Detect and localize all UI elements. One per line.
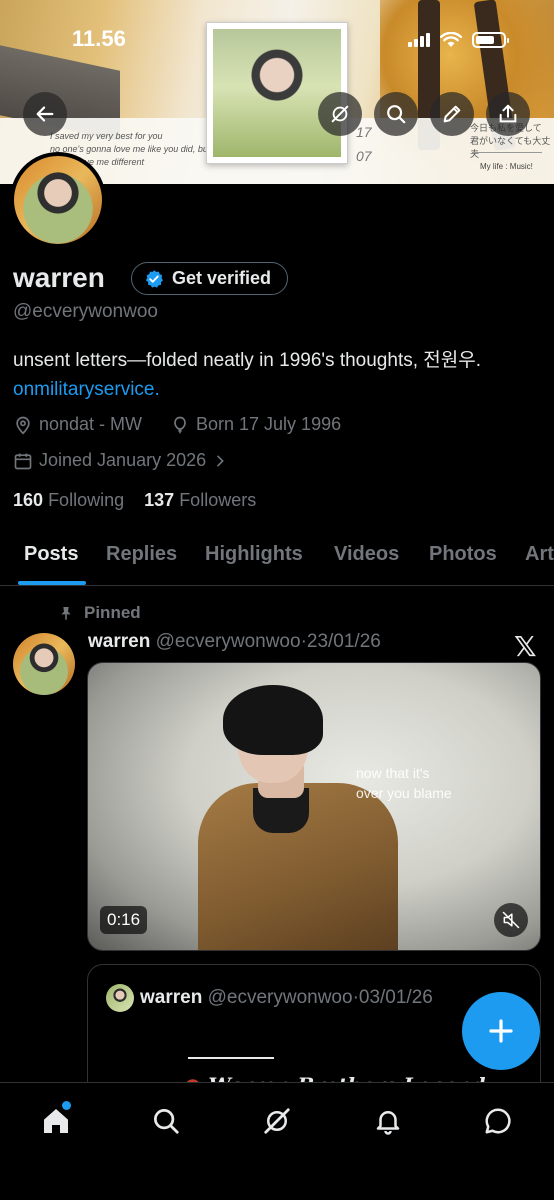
video-duration: 0:16 [100,906,148,934]
following-link[interactable]: 160 Following [13,490,124,510]
following-label: Following [48,490,125,510]
status-time: 11.56 [72,26,126,51]
home-notification-dot [62,1101,71,1110]
profile-birthday: Born 17 July 1996 [170,414,341,435]
nav-grok[interactable] [257,1101,297,1141]
pin-icon [61,607,71,620]
status-icons [408,32,509,48]
post-author-avatar[interactable] [13,633,75,695]
get-verified-label: Get verified [172,268,272,288]
verified-badge-icon [145,269,163,288]
bottom-navigation [0,1082,554,1200]
profile-tabs: Posts Replies Highlights Videos Photos A… [0,540,554,586]
bio-link[interactable]: onmilitaryservice. [13,379,160,400]
followers-link[interactable]: 137 Followers [144,490,256,510]
post-author-handle[interactable]: @ecverywonwoo [156,631,301,652]
battery-icon [472,32,509,48]
location-text: nondat - MW [39,414,143,434]
video-caption: now that it's over you blame [356,763,452,803]
nav-home[interactable] [36,1101,76,1141]
profile-handle: @ecverywonwoo [13,301,158,322]
quoted-author-handle: @ecverywonwoo [207,987,353,1008]
banner-letter-line: 君がいなくても大丈夫 [470,136,551,159]
profile-location: nondat - MW [13,414,142,435]
profile-bio: unsent letters—folded neatly in 1996's t… [13,346,533,404]
video-caption-line: over you blame [356,785,452,801]
get-verified-button[interactable]: Get verified [131,262,289,295]
follow-stats: 160 Following 137 Followers [13,490,256,511]
grok-button[interactable] [318,92,362,136]
speaker-muted-icon [502,911,520,929]
followers-count: 137 [144,490,175,510]
bell-icon [376,1111,400,1135]
post-date[interactable]: 23/01/26 [307,631,381,652]
chevron-right-icon [217,455,224,466]
post-header: warren @ecverywonwoo·23/01/26 [88,631,381,653]
nav-notifications[interactable] [368,1101,408,1141]
edit-button[interactable] [430,92,474,136]
quoted-author-avatar [106,984,134,1012]
quoted-author-name: warren [140,987,203,1008]
tab-articles[interactable]: Articles [525,543,554,566]
tab-videos[interactable]: Videos [334,543,399,566]
wifi-icon [440,32,462,47]
edit-pencil-icon [443,105,461,123]
search-icon [387,105,406,124]
nav-search[interactable] [146,1101,186,1141]
post-video[interactable]: now that it's over you blame 0:16 [87,662,541,951]
grok-icon [264,1108,290,1134]
pinned-indicator: Pinned [58,603,141,623]
back-button[interactable] [23,92,67,136]
location-pin-icon [16,416,30,435]
balloon-icon [174,416,186,433]
banner-letter-line: I saved my very best for you [50,131,163,141]
profile-avatar[interactable] [10,152,106,248]
x-logo-icon[interactable]: 𝕏 [514,630,537,663]
share-button[interactable] [486,92,530,136]
search-icon [154,1109,179,1134]
tab-posts[interactable]: Posts [24,543,78,566]
status-bar: 11.56 [0,26,554,56]
video-caption-line: now that it's [356,765,430,781]
grok-icon [331,105,349,123]
banner-my-life: My life : Music! [480,162,533,171]
quoted-divider [188,1057,274,1059]
share-icon [499,104,517,123]
tab-highlights[interactable]: Highlights [205,543,303,566]
tab-replies[interactable]: Replies [106,543,177,566]
quoted-post-header: warren @ecverywonwoo·03/01/26 [140,987,433,1009]
banner-date-top: 17 [356,124,372,140]
tab-photos[interactable]: Photos [429,543,497,566]
post-author-name[interactable]: warren [88,631,150,652]
profile-name: warren [13,262,105,293]
tab-articles-clip: Articles [525,540,554,580]
nav-messages[interactable] [478,1101,518,1141]
bio-text: unsent letters—folded neatly in 1996's t… [13,350,482,371]
search-button[interactable] [374,92,418,136]
pinned-label: Pinned [84,603,141,622]
birthday-text: Born 17 July 1996 [196,414,342,434]
quoted-date: 03/01/26 [358,987,433,1008]
following-count: 160 [13,490,44,510]
video-figure-hair [223,685,323,755]
joined-text: Joined January 2026 [39,450,207,470]
messages-icon [485,1108,511,1134]
calendar-icon [14,453,32,469]
active-tab-indicator [18,581,86,585]
compose-post-button[interactable] [462,992,540,1070]
followers-label: Followers [179,490,257,510]
cellular-signal-icon [408,33,430,47]
profile-joined[interactable]: Joined January 2026 [13,450,228,471]
plus-icon [489,1019,513,1043]
mute-button[interactable] [494,903,528,937]
banner-date-bottom: 07 [356,148,372,164]
banner-divider [472,152,542,153]
back-arrow-icon [36,106,54,122]
